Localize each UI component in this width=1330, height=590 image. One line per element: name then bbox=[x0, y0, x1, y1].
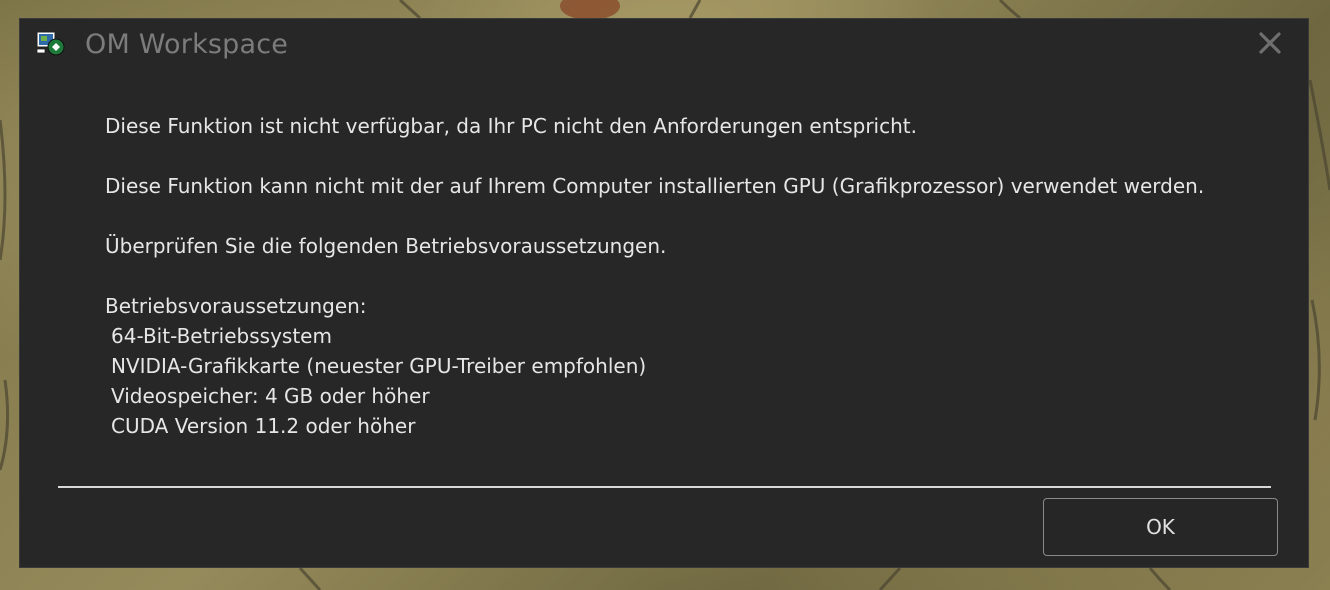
ok-button[interactable]: OK bbox=[1043, 498, 1278, 556]
divider bbox=[58, 486, 1271, 488]
title-bar[interactable]: OM Workspace bbox=[20, 19, 1308, 73]
window-title: OM Workspace bbox=[85, 29, 289, 60]
requirements-heading: Betriebsvoraussetzungen: bbox=[105, 294, 367, 318]
om-workspace-app-icon bbox=[36, 31, 65, 56]
close-icon[interactable] bbox=[1254, 27, 1286, 59]
message-line-unavailable: Diese Funktion ist nicht verfügbar, da I… bbox=[105, 114, 917, 138]
message-line-check: Überprüfen Sie die folgenden Betriebsvor… bbox=[105, 234, 667, 258]
requirement-item: NVIDIA-Grafikkarte (neuester GPU-Treiber… bbox=[111, 354, 647, 378]
error-dialog: OM Workspace Diese Funktion ist nicht ve… bbox=[19, 18, 1309, 568]
message-line-gpu: Diese Funktion kann nicht mit der auf Ih… bbox=[105, 174, 1205, 198]
requirement-item: Videospeicher: 4 GB oder höher bbox=[111, 384, 430, 408]
message-body: Diese Funktion ist nicht verfügbar, da I… bbox=[105, 111, 1285, 441]
requirement-item: CUDA Version 11.2 oder höher bbox=[111, 414, 416, 438]
requirement-item: 64-Bit-Betriebssystem bbox=[111, 324, 332, 348]
